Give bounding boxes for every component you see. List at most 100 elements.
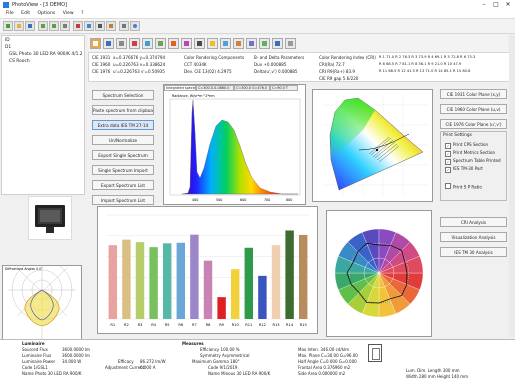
- menu-view[interactable]: View: [63, 10, 74, 18]
- checkbox-mark-3[interactable]: ✓: [445, 158, 451, 165]
- cct-view-icon[interactable]: [168, 38, 179, 49]
- print-metrics-checkbox[interactable]: ✓ Print Metrics Section: [445, 150, 495, 157]
- checkbox-mark-1[interactable]: ✓: [445, 142, 451, 149]
- maximize-button[interactable]: □: [490, 1, 502, 9]
- cie1976-label: CIE 1976: [92, 69, 111, 74]
- open-icon[interactable]: [14, 21, 24, 31]
- minimize-button[interactable]: –: [478, 1, 490, 9]
- spectrum-view-icon[interactable]: [90, 38, 101, 49]
- cie-diagram-panel: [312, 89, 433, 202]
- tree-group[interactable]: D1: [5, 45, 11, 50]
- vertical-scrollbar[interactable]: [509, 35, 515, 337]
- checkbox-mark-4[interactable]: ✓: [445, 166, 451, 173]
- chromaticity-point: [375, 148, 379, 152]
- print-cps-checkbox[interactable]: ✓ Print CPS Section: [445, 142, 488, 149]
- menu-bar: File Edit Options View ?: [0, 10, 515, 19]
- delta-value: Delta(u',v') 0.000885: [254, 69, 298, 74]
- spectrum-tabs: Integrated spectrum C=300.0-0-0860.0 C=3…: [164, 85, 305, 91]
- chart-icon[interactable]: [73, 21, 83, 31]
- spectrum-table-checkbox[interactable]: ✓ Spectrum Table Printed: [445, 158, 501, 165]
- compare-view-icon[interactable]: [246, 38, 257, 49]
- cri-bar-label-r7: R7: [192, 323, 197, 327]
- doc-view-icon[interactable]: [259, 38, 270, 49]
- normalize-button[interactable]: Un/Normalize: [92, 135, 154, 145]
- grid-view-icon[interactable]: [116, 38, 127, 49]
- light-view-icon[interactable]: [207, 38, 218, 49]
- cri-bar-r2: [122, 239, 131, 319]
- cri-bar-r11: [244, 247, 254, 319]
- hist-view-icon[interactable]: [272, 38, 283, 49]
- cie1960-plane-button[interactable]: CIE 1960 Color Plane (u,v): [440, 104, 507, 114]
- cie1931-value: x=0.376676 y=0.374794: [113, 55, 166, 60]
- duv-value: Duv +0.000885: [254, 62, 287, 67]
- close-button[interactable]: ✕: [502, 1, 514, 9]
- tree-item[interactable]: GSL Photo 30 LED RA 900/K 4/1.2: [9, 52, 83, 57]
- cri-bar-label-r3: R3: [138, 323, 143, 327]
- sourced-flux-label: Sourced Flux: [22, 347, 48, 352]
- tm30-view-icon[interactable]: [233, 38, 244, 49]
- r-values-row3: R 11 68.5 R 12 41.5 R 13 71.0 R 14 85.1 …: [379, 69, 471, 73]
- report-icon[interactable]: [106, 21, 116, 31]
- print-icon[interactable]: [95, 21, 105, 31]
- view-toolbar: [88, 35, 508, 53]
- color-view-icon[interactable]: [181, 38, 192, 49]
- x-tick-400: 400: [192, 198, 198, 202]
- import-spectrum-list-button[interactable]: Import Spectrum List: [92, 195, 154, 205]
- table-view-icon[interactable]: [155, 38, 166, 49]
- paste-spectrum-button[interactable]: Paste spectrum from clipboard: [92, 105, 154, 115]
- checkbox-mark-2[interactable]: ✓: [445, 150, 451, 157]
- cri-bar-r12: [258, 275, 267, 319]
- export-icon[interactable]: [49, 21, 59, 31]
- road-view-icon[interactable]: [194, 38, 205, 49]
- tab-spectrum-c300b[interactable]: C=300.0 G=476.0: [234, 85, 270, 91]
- cone-view-icon[interactable]: [129, 38, 140, 49]
- tree-subitem[interactable]: CS Rooch: [9, 59, 30, 64]
- tab-spectrum-c90[interactable]: C=90.0 T: [270, 85, 298, 91]
- extra-data-button[interactable]: Extra data IES TM 27-14: [92, 120, 154, 130]
- single-spectrum-import-button[interactable]: Single Spectrum Import: [92, 165, 154, 175]
- export-single-spectrum-button[interactable]: Export Single Spectrum: [92, 150, 154, 160]
- menu-file[interactable]: File: [6, 10, 14, 18]
- visualization-analysis-button[interactable]: Visualization Analysis: [440, 232, 507, 242]
- efficacy-label: Efficacy: [118, 359, 134, 364]
- menu-edit[interactable]: Edit: [21, 10, 30, 18]
- save-icon[interactable]: [25, 21, 35, 31]
- tab-spectrum-c300a[interactable]: C=300.0-0-0860.0: [196, 85, 234, 91]
- tm30-analysis-button[interactable]: IES TM 30 Analysis: [440, 247, 507, 257]
- table-icon[interactable]: [84, 21, 94, 31]
- spectrum-selection-button[interactable]: Spectrum Selection: [92, 90, 154, 100]
- iso-view-icon[interactable]: [142, 38, 153, 49]
- menu-help[interactable]: ?: [81, 10, 83, 18]
- luminaire-tree[interactable]: ID D1 GSL Photo 30 LED RA 900/K 4/1.2 CS…: [1, 35, 85, 195]
- lum-dimension-length: Lum. Dim. Length 300 mm: [406, 368, 460, 373]
- checkbox-mark-5[interactable]: [445, 183, 451, 189]
- cri-view-icon[interactable]: [220, 38, 231, 49]
- import-icon[interactable]: [38, 21, 48, 31]
- power-value: 34.000 W: [62, 359, 82, 364]
- cri-bar-label-r12: R12: [259, 323, 266, 327]
- code2-value: Code 9/1/2019: [208, 365, 238, 370]
- luminaire-dimension-icon: [368, 344, 382, 362]
- tree-root[interactable]: ID: [5, 38, 10, 43]
- copy-icon[interactable]: [60, 21, 70, 31]
- new-icon[interactable]: [3, 21, 13, 31]
- polar-diagram-panel: Diffractions Angles 0.0°: [2, 259, 82, 341]
- settings-icon[interactable]: [119, 21, 129, 31]
- export-spectrum-list-button[interactable]: Export Spectrum List: [92, 180, 154, 190]
- x-tick-500: 500: [216, 198, 222, 202]
- polar-view-icon[interactable]: [103, 38, 114, 49]
- color-info-panel: CIE 1931 x=0.376676 y=0.374794 CIE 1960 …: [88, 52, 510, 82]
- help-view-icon[interactable]: [285, 38, 296, 49]
- half-angle-value: Half Angle C=0.000 G=0.000: [298, 359, 357, 364]
- globe-icon[interactable]: [130, 21, 140, 31]
- menu-options[interactable]: Options: [38, 10, 56, 18]
- name-value: Name Photo 30 LED RA 900/K: [22, 371, 82, 376]
- dev-value: Dev. CIE 13(02) 4.2975: [184, 69, 232, 74]
- sp-ratio-checkbox[interactable]: Print S P Ratio: [445, 183, 482, 190]
- cie1931-plane-button[interactable]: CIE 1931 Color Plane (x,y): [440, 89, 507, 99]
- cri-bar-label-r14: R14: [286, 323, 294, 327]
- cri-analysis-button[interactable]: CRI Analysis: [440, 217, 507, 227]
- tm30-part-checkbox[interactable]: ✓ IES TM-30 Part: [445, 166, 483, 173]
- tab-integrated-spectrum[interactable]: Integrated spectrum: [164, 85, 196, 91]
- cie1976-plane-button[interactable]: CIE 1976 Color Plane (u',v'): [440, 119, 507, 129]
